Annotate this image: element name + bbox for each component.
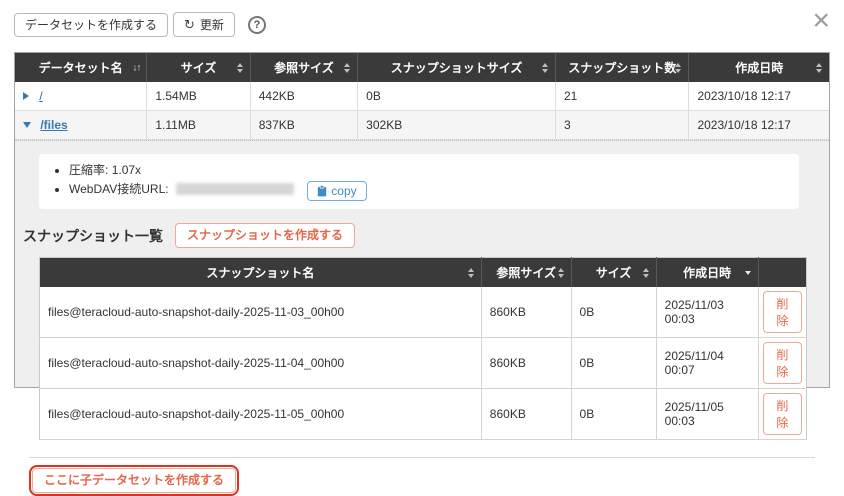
dataset-details-section: 圧縮率: 1.07x WebDAV接続URL: copy (15, 140, 829, 496)
column-header-ref-size[interactable]: 参照サイズ (250, 53, 357, 82)
snapshot-table: スナップショット名 参照サイズ サイズ 作成日時 (39, 257, 807, 440)
delete-snapshot-button[interactable]: 削除 (763, 342, 802, 384)
refresh-icon: ↻ (184, 18, 195, 31)
refresh-button-label: 更新 (200, 19, 224, 31)
column-header-created[interactable]: 作成日時 (689, 53, 829, 82)
snapshot-row: files@teracloud-auto-snapshot-daily-2025… (40, 389, 807, 440)
snapshot-name: files@teracloud-auto-snapshot-daily-2025… (40, 287, 482, 338)
dataset-size: 1.54MB (147, 82, 250, 111)
sort-icon (344, 63, 350, 73)
dataset-row-root: / 1.54MB 442KB 0B 21 2023/10/18 12:17 (15, 82, 829, 111)
snapshot-size: 0B (571, 287, 656, 338)
webdav-label: WebDAV接続URL: (69, 182, 169, 196)
compression-ratio-item: 圧縮率: 1.07x (69, 161, 785, 180)
column-header-size[interactable]: サイズ (571, 258, 656, 288)
clipboard-icon (317, 185, 327, 197)
column-header-snapshot-count[interactable]: スナップショット数 (555, 53, 688, 82)
column-header-label: サイズ (181, 61, 217, 75)
dataset-ref-size: 837KB (250, 111, 357, 140)
column-header-label: 作成日時 (735, 61, 783, 75)
create-snapshot-button[interactable]: スナップショットを作成する (175, 223, 355, 248)
copy-url-button[interactable]: copy (307, 181, 366, 201)
create-dataset-button[interactable]: データセットを作成する (14, 13, 168, 37)
column-header-label: 参照サイズ (496, 266, 556, 280)
snapshot-name: files@teracloud-auto-snapshot-daily-2025… (40, 338, 482, 389)
column-header-created[interactable]: 作成日時 (656, 258, 758, 288)
annotation-highlight-ring: ここに子データセットを作成する (29, 465, 239, 496)
snapshot-row: files@teracloud-auto-snapshot-daily-2025… (40, 338, 807, 389)
column-header-size[interactable]: サイズ (147, 53, 250, 82)
dataset-snapshot-count: 3 (555, 111, 688, 140)
footer-divider (29, 457, 815, 458)
sort-icon (643, 268, 649, 278)
expand-icon[interactable] (23, 92, 29, 100)
dataset-link-root[interactable]: / (39, 89, 42, 103)
dataset-link-files[interactable]: /files (40, 118, 67, 132)
compression-value: 1.07x (112, 163, 141, 177)
dataset-snapshot-count: 21 (555, 82, 688, 111)
snapshot-size: 0B (571, 338, 656, 389)
snapshot-table-header-row: スナップショット名 参照サイズ サイズ 作成日時 (40, 258, 807, 288)
toolbar: データセットを作成する ↻ 更新 ? (0, 0, 844, 37)
dataset-info-box: 圧縮率: 1.07x WebDAV接続URL: copy (39, 154, 799, 209)
sort-icon (542, 63, 548, 73)
dataset-panel: データセット名 ↓↑ サイズ 参照サイズ スナップショットサイズ スナップショッ… (14, 52, 830, 388)
snapshot-list-title: スナップショット一覧 (23, 226, 163, 246)
sort-desc-icon (745, 271, 751, 275)
column-header-snapshot-name[interactable]: スナップショット名 (40, 258, 482, 288)
close-icon[interactable]: × (812, 6, 830, 36)
column-header-label: 参照サイズ (274, 61, 334, 75)
help-icon[interactable]: ? (248, 16, 266, 34)
webdav-url-redacted (176, 183, 294, 195)
column-header-label: スナップショット数 (568, 61, 676, 75)
column-header-label: データセット名 (39, 61, 123, 75)
refresh-button[interactable]: ↻ 更新 (173, 12, 235, 37)
dataset-table-header-row: データセット名 ↓↑ サイズ 参照サイズ スナップショットサイズ スナップショッ… (15, 53, 829, 82)
copy-button-label: copy (331, 184, 356, 198)
column-header-label: サイズ (596, 266, 632, 280)
delete-snapshot-button[interactable]: 削除 (763, 291, 802, 333)
sort-icon (468, 268, 474, 278)
column-header-actions (758, 258, 806, 288)
dataset-created: 2023/10/18 12:17 (689, 111, 829, 140)
dataset-size: 1.11MB (147, 111, 250, 140)
column-header-dataset-name[interactable]: データセット名 ↓↑ (15, 53, 147, 82)
snapshot-created: 2025/11/04 00:07 (656, 338, 758, 389)
snapshot-ref-size: 860KB (481, 389, 571, 440)
dataset-table: データセット名 ↓↑ サイズ 参照サイズ スナップショットサイズ スナップショッ… (15, 53, 829, 140)
dataset-created: 2023/10/18 12:17 (689, 82, 829, 111)
sort-icon (816, 63, 822, 73)
snapshot-created: 2025/11/05 00:03 (656, 389, 758, 440)
compression-label: 圧縮率: (69, 163, 108, 177)
column-header-snapshot-size[interactable]: スナップショットサイズ (358, 53, 556, 82)
snapshot-ref-size: 860KB (481, 287, 571, 338)
collapse-icon[interactable] (23, 122, 31, 128)
snapshot-name: files@teracloud-auto-snapshot-daily-2025… (40, 389, 482, 440)
webdav-url-item: WebDAV接続URL: copy (69, 180, 785, 201)
snapshot-ref-size: 860KB (481, 338, 571, 389)
dataset-ref-size: 442KB (250, 82, 357, 111)
footer-row: ここに子データセットを作成する (29, 465, 829, 496)
sort-active-icon: ↓↑ (132, 62, 140, 73)
create-child-dataset-button[interactable]: ここに子データセットを作成する (32, 468, 236, 493)
column-header-label: スナップショット名 (206, 266, 314, 280)
column-header-label: スナップショットサイズ (391, 61, 523, 75)
sort-icon (237, 63, 243, 73)
delete-snapshot-button[interactable]: 削除 (763, 393, 802, 435)
dataset-row-files: /files 1.11MB 837KB 302KB 3 2023/10/18 1… (15, 111, 829, 140)
column-header-label: 作成日時 (683, 266, 731, 280)
sort-icon (558, 268, 564, 278)
snapshot-created: 2025/11/03 00:03 (656, 287, 758, 338)
snapshot-size: 0B (571, 389, 656, 440)
snapshot-row: files@teracloud-auto-snapshot-daily-2025… (40, 287, 807, 338)
sort-icon (675, 63, 681, 73)
column-header-ref-size[interactable]: 参照サイズ (481, 258, 571, 288)
dataset-snapshot-size: 0B (358, 82, 556, 111)
snapshot-section-header: スナップショット一覧 スナップショットを作成する (23, 223, 829, 248)
dataset-snapshot-size: 302KB (358, 111, 556, 140)
